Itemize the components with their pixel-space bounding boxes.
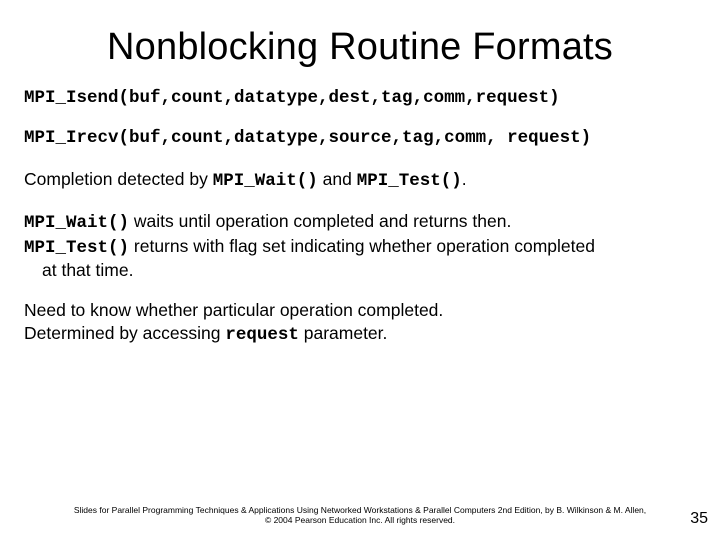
code-test: MPI_Test() xyxy=(24,238,129,258)
text: Completion detected by xyxy=(24,169,213,189)
footer: Slides for Parallel Programming Techniqu… xyxy=(0,505,720,526)
code-request: request xyxy=(225,325,299,345)
test-line: MPI_Test() returns with flag set indicat… xyxy=(24,235,696,259)
text: waits until operation completed and retu… xyxy=(129,211,511,231)
wait-line: MPI_Wait() waits until operation complet… xyxy=(24,210,696,234)
slide-body: MPI_Isend(buf,count,datatype,dest,tag,co… xyxy=(0,69,720,346)
text: returns with flag set indicating whether… xyxy=(129,236,595,256)
text: at that time. xyxy=(42,260,133,280)
text: and xyxy=(318,169,357,189)
determined-line: Determined by accessing request paramete… xyxy=(24,322,696,346)
footer-line2: © 2004 Pearson Education Inc. All rights… xyxy=(30,515,690,526)
need-block: Need to know whether particular operatio… xyxy=(24,299,696,346)
text: Determined by accessing xyxy=(24,323,225,343)
code-test: MPI_Test() xyxy=(357,171,462,191)
text: . xyxy=(462,169,467,189)
slide: Nonblocking Routine Formats MPI_Isend(bu… xyxy=(0,0,720,540)
code-irecv: MPI_Irecv(buf,count,datatype,source,tag,… xyxy=(24,127,696,149)
footer-line1: Slides for Parallel Programming Techniqu… xyxy=(30,505,690,516)
text: parameter. xyxy=(299,323,388,343)
page-number: 35 xyxy=(690,510,708,528)
slide-title: Nonblocking Routine Formats xyxy=(0,0,720,69)
code-isend: MPI_Isend(buf,count,datatype,dest,tag,co… xyxy=(24,87,696,109)
need-line: Need to know whether particular operatio… xyxy=(24,299,696,321)
wait-test-block: MPI_Wait() waits until operation complet… xyxy=(24,210,696,281)
test-line-cont: at that time. xyxy=(24,259,696,281)
completion-line: Completion detected by MPI_Wait() and MP… xyxy=(24,168,696,192)
code-wait: MPI_Wait() xyxy=(24,213,129,233)
code-wait: MPI_Wait() xyxy=(213,171,318,191)
